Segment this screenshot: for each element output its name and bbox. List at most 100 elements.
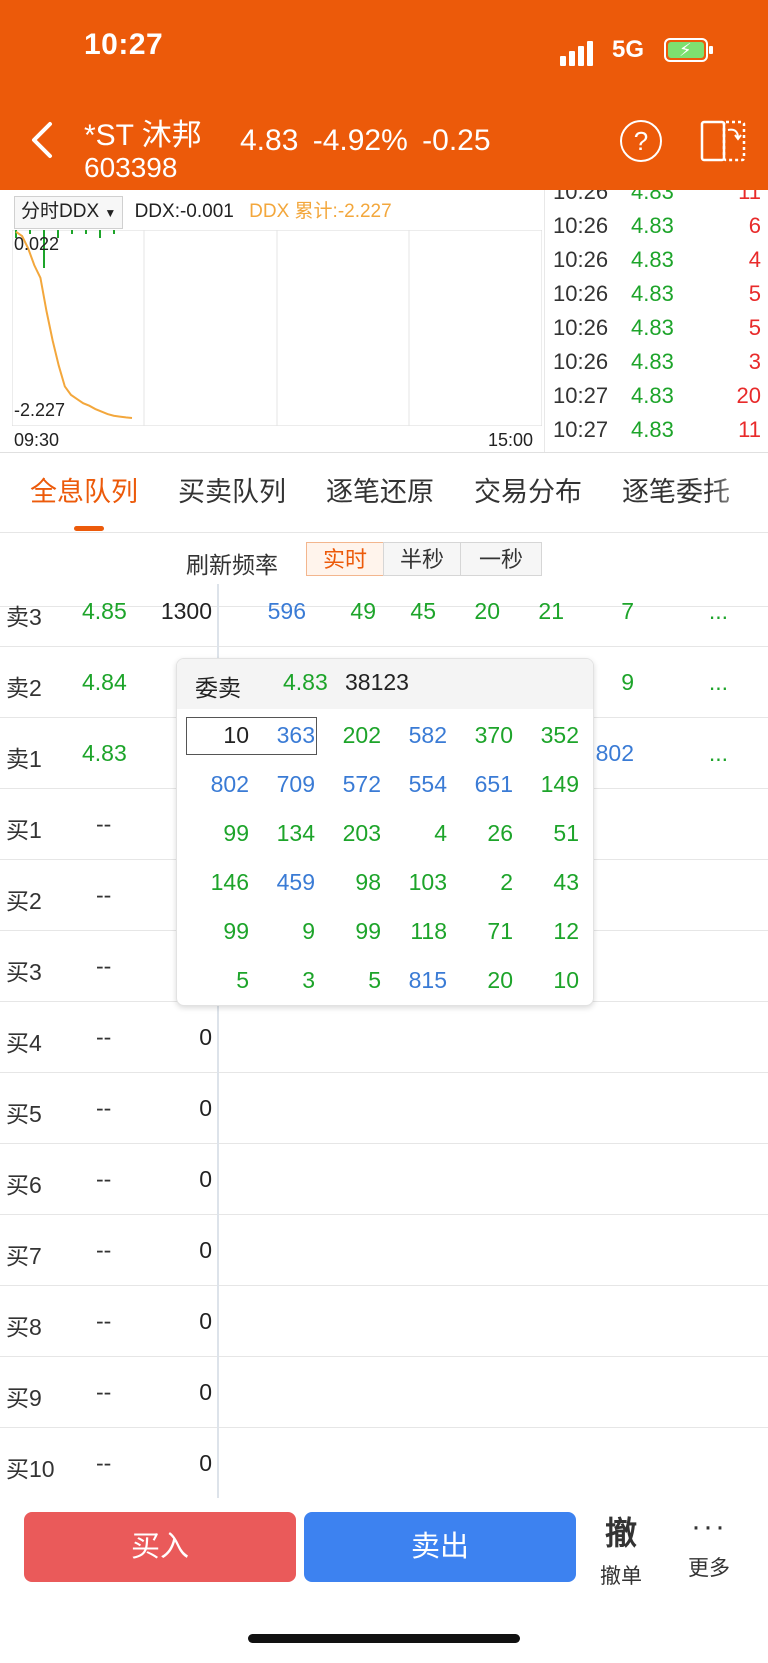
tick-time: 10:27 xyxy=(553,383,609,408)
popup-order-cell[interactable]: 12 xyxy=(517,913,579,949)
popup-order-cell[interactable]: 134 xyxy=(253,815,315,851)
price: 4.83 xyxy=(240,124,299,157)
popup-order-cell[interactable]: 459 xyxy=(253,864,315,900)
chart-legend: 分时DDX ▼ DDX:-0.001 DDX 累计:-2.227 xyxy=(14,196,392,229)
popup-order-cell[interactable]: 5 xyxy=(319,962,381,998)
period-select[interactable]: 分时DDX ▼ xyxy=(14,196,124,229)
queue-order: 7 xyxy=(621,598,634,624)
popup-order-cell[interactable]: 203 xyxy=(319,815,381,851)
popup-order-cell[interactable]: 10 xyxy=(187,717,249,753)
popup-order-cell[interactable]: 572 xyxy=(319,766,381,802)
popup-order-cell[interactable]: 5 xyxy=(187,962,249,998)
popup-order-cell[interactable]: 99 xyxy=(187,913,249,949)
ddx-bar xyxy=(71,230,73,234)
queue-row[interactable]: 买5 -- 0 xyxy=(0,1073,768,1144)
landscape-switch-icon[interactable] xyxy=(700,118,748,164)
popup-order-cell[interactable]: 149 xyxy=(517,766,579,802)
queue-order: 49 xyxy=(350,598,376,624)
queue-row[interactable]: 买7 -- 0 xyxy=(0,1215,768,1286)
popup-order-cell[interactable]: 103 xyxy=(385,864,447,900)
more-button[interactable]: ··· 更多 xyxy=(684,1512,734,1582)
tab-full-queue[interactable]: 全息队列 xyxy=(30,470,138,509)
popup-order-cell[interactable]: 815 xyxy=(385,962,447,998)
queue-order: 20 xyxy=(474,598,500,624)
queue-volume: 0 xyxy=(199,1095,212,1121)
queue-order: ... xyxy=(708,669,728,695)
chevron-down-icon: ▼ xyxy=(104,206,117,220)
popup-order-cell[interactable]: 99 xyxy=(187,815,249,851)
queue-order: ... xyxy=(708,598,728,624)
queue-row[interactable]: 卖3 4.85 1300 596 49 45 20 21 7... xyxy=(0,584,768,647)
queue-row[interactable]: 买9 -- 0 xyxy=(0,1357,768,1428)
tick-list[interactable]: 10:26 4.83 11 10:26 4.83 6 10:26 4.83 4 10:26 4.83… xyxy=(544,190,768,452)
ddx-bar xyxy=(99,230,101,238)
back-icon[interactable] xyxy=(28,118,58,162)
sell-button[interactable]: 卖出 xyxy=(304,1512,576,1582)
question-circle-icon[interactable]: ? xyxy=(620,120,662,162)
signal-icon xyxy=(560,40,602,66)
popup-order-cell[interactable]: 651 xyxy=(451,766,513,802)
popup-order-cell[interactable]: 554 xyxy=(385,766,447,802)
popup-order-cell[interactable]: 20 xyxy=(451,962,513,998)
tick-vol: 11 xyxy=(738,190,761,204)
tick-price: 4.83 xyxy=(631,213,674,238)
popup-order-cell[interactable]: 363 xyxy=(253,717,315,753)
tab-tick-restore[interactable]: 逐笔还原 xyxy=(326,470,434,509)
tab-trade-distribution[interactable]: 交易分布 xyxy=(474,470,582,509)
popup-order-cell[interactable]: 118 xyxy=(385,913,447,949)
refresh-realtime[interactable]: 实时 xyxy=(306,542,384,576)
queue-volume: 0 xyxy=(199,1024,212,1050)
queue-level: 买6 xyxy=(6,1172,42,1198)
queue-order: 596 xyxy=(267,598,306,624)
popup-order-cell[interactable]: 26 xyxy=(451,815,513,851)
queue-row[interactable]: 买10 -- 0 xyxy=(0,1428,768,1498)
popup-order-cell[interactable]: 582 xyxy=(385,717,447,753)
ddx-bar xyxy=(85,230,87,234)
queue-level: 买9 xyxy=(6,1385,42,1411)
tick-row: 10:27 4.83 11 xyxy=(545,412,768,448)
popup-order-cell[interactable]: 71 xyxy=(451,913,513,949)
tick-time: 10:26 xyxy=(553,190,609,204)
queue-row[interactable]: 买6 -- 0 xyxy=(0,1144,768,1215)
queue-price: 4.84 xyxy=(82,669,127,695)
popup-order-cell[interactable]: 709 xyxy=(253,766,315,802)
tick-price: 4.83 xyxy=(631,247,674,272)
popup-order-cell[interactable]: 43 xyxy=(517,864,579,900)
popup-order-cell[interactable]: 802 xyxy=(187,766,249,802)
header: 10:27 5G ⚡ *ST 沐邦 603398 4.83 -4.92% -0.… xyxy=(0,0,768,190)
order-detail-popup[interactable]: 委卖 4.83 38123 10 363 202 582 370 352 802 709 572… xyxy=(176,658,594,1006)
queue-price: -- xyxy=(96,1237,112,1263)
popup-order-cell[interactable]: 99 xyxy=(319,913,381,949)
buy-button[interactable]: 买入 xyxy=(24,1512,296,1582)
network-type: 5G xyxy=(612,36,645,63)
popup-order-cell[interactable]: 2 xyxy=(451,864,513,900)
tick-price: 4.83 xyxy=(631,281,674,306)
popup-order-cell[interactable]: 4 xyxy=(385,815,447,851)
popup-order-cell[interactable]: 146 xyxy=(187,864,249,900)
popup-order-cell[interactable]: 9 xyxy=(253,913,315,949)
stock-name: *ST 沐邦 xyxy=(84,119,202,152)
queue-level: 卖3 xyxy=(6,604,42,630)
popup-order-cell[interactable]: 98 xyxy=(319,864,381,900)
queue-price: -- xyxy=(96,1166,112,1192)
queue-volume: 0 xyxy=(199,1379,212,1405)
popup-order-cell[interactable]: 3 xyxy=(253,962,315,998)
popup-order-cell[interactable]: 352 xyxy=(517,717,579,753)
refresh-half-second[interactable]: 半秒 xyxy=(383,542,461,576)
cancel-order-button[interactable]: 撤 撤单 xyxy=(596,1508,646,1590)
queue-row[interactable]: 买4 -- 0 xyxy=(0,1002,768,1073)
popup-order-cell[interactable]: 370 xyxy=(451,717,513,753)
tick-time: 10:26 xyxy=(553,281,609,306)
tick-row: 10:27 4.83 20 xyxy=(545,378,768,414)
popup-order-cell[interactable]: 10 xyxy=(517,962,579,998)
popup-order-cell[interactable]: 51 xyxy=(517,815,579,851)
refresh-one-second[interactable]: 一秒 xyxy=(460,542,542,576)
tab-buy-sell-queue[interactable]: 买卖队列 xyxy=(178,470,286,509)
ddx-chart[interactable] xyxy=(12,230,542,426)
tick-time: 10:26 xyxy=(553,247,609,272)
queue-row[interactable]: 买8 -- 0 xyxy=(0,1286,768,1357)
popup-order-cell[interactable]: 202 xyxy=(319,717,381,753)
change-pct: -4.92% xyxy=(312,124,408,157)
tab-active-indicator xyxy=(74,526,104,531)
refresh-label: 刷新频率 xyxy=(186,552,278,578)
